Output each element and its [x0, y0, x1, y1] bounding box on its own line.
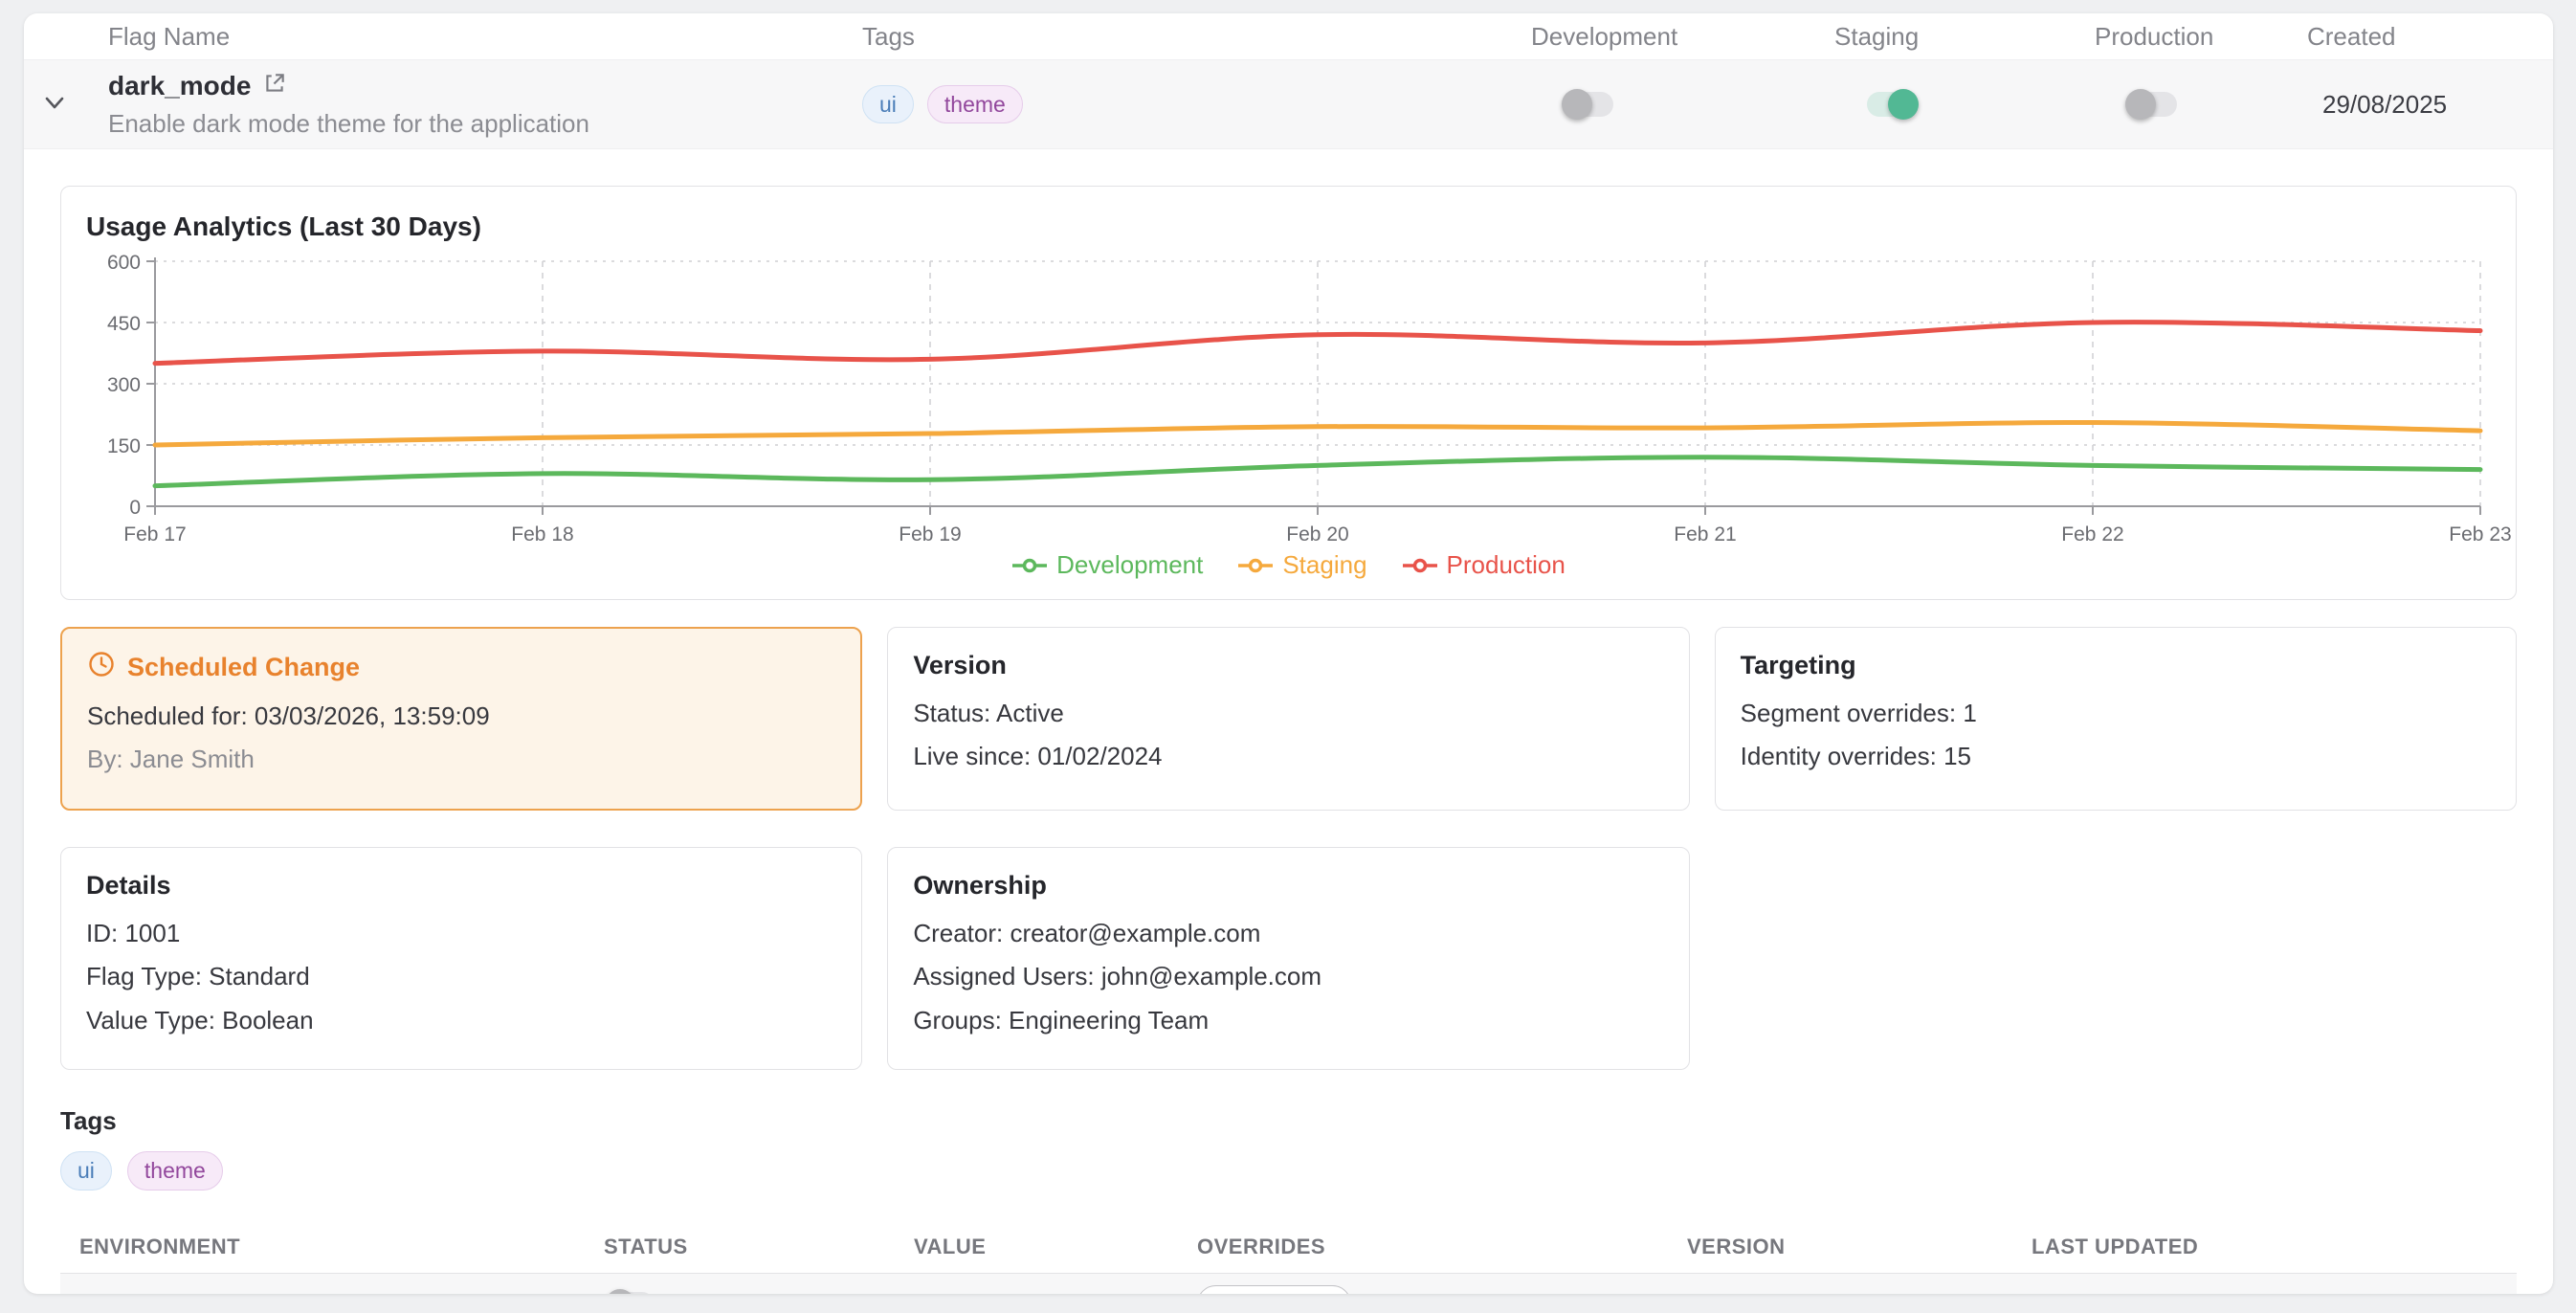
tags-section: Tags ui theme: [60, 1106, 2517, 1191]
flag-name-cell: dark_mode Enable dark mode theme for the…: [85, 71, 862, 139]
environment-table: ENVIRONMENT STATUS VALUE OVERRIDES VERSI…: [60, 1235, 2517, 1294]
toggle-knob: [2125, 89, 2156, 120]
empty-grid-cell: [1715, 847, 2517, 1070]
version-live-since: Live since: 01/02/2024: [913, 739, 1663, 773]
table-row-development: Development – 15 identities v2 29/08/202…: [60, 1274, 2517, 1294]
legend-marker-icon: [1011, 556, 1048, 575]
scheduled-by-text: By: Jane Smith: [87, 742, 835, 776]
details-value-type: Value Type: Boolean: [86, 1003, 836, 1037]
overrides-badge[interactable]: 15 identities: [1197, 1285, 1351, 1294]
usage-analytics-card: Usage Analytics (Last 30 Days) 0 150 300 45…: [60, 186, 2517, 600]
targeting-card: Targeting Segment overrides: 1 Identity …: [1715, 627, 2517, 811]
chart-title: Usage Analytics (Last 30 Days): [86, 211, 2498, 242]
toggle-knob: [606, 1289, 634, 1294]
environment-last-updated: 29/08/2025: [2032, 1289, 2517, 1294]
toggle-knob: [1562, 89, 1592, 120]
ownership-card: Ownership Creator: creator@example.com A…: [887, 847, 1689, 1070]
tag-chip-ui[interactable]: ui: [60, 1151, 112, 1191]
expander-button[interactable]: [24, 90, 85, 120]
column-development: Development: [1531, 22, 1834, 52]
tag-chip-theme[interactable]: theme: [127, 1151, 223, 1191]
toggle-knob: [1888, 89, 1919, 120]
column-production: Production: [2095, 22, 2307, 52]
details-card-title: Details: [86, 871, 836, 901]
svg-text:Feb 17: Feb 17: [123, 523, 186, 545]
staging-toggle[interactable]: [1867, 92, 1917, 117]
flag-description: Enable dark mode theme for the applicati…: [108, 109, 862, 139]
details-flag-type: Flag Type: Standard: [86, 959, 836, 993]
identity-overrides: Identity overrides: 15: [1741, 739, 2491, 773]
version-card: Version Status: Active Live since: 01/02…: [887, 627, 1689, 811]
svg-text:600: 600: [107, 252, 141, 274]
environment-value: –: [914, 1289, 1197, 1294]
details-card: Details ID: 1001 Flag Type: Standard Val…: [60, 847, 862, 1070]
svg-text:Feb 18: Feb 18: [511, 523, 573, 545]
chevron-down-icon: [42, 90, 67, 120]
flag-name[interactable]: dark_mode: [108, 71, 251, 101]
environment-table-header: ENVIRONMENT STATUS VALUE OVERRIDES VERSI…: [60, 1235, 2517, 1274]
svg-text:450: 450: [107, 313, 141, 335]
version-card-title: Version: [913, 651, 1663, 680]
svg-text:150: 150: [107, 435, 141, 457]
ownership-groups: Groups: Engineering Team: [913, 1003, 1663, 1037]
flag-detail-body: Usage Analytics (Last 30 Days) 0 150 300 45…: [24, 149, 2553, 1294]
ownership-creator: Creator: creator@example.com: [913, 916, 1663, 950]
column-tags: Tags: [862, 22, 1531, 52]
column-value: VALUE: [914, 1235, 1197, 1259]
environment-version: v2: [1687, 1289, 2032, 1294]
development-toggle-cell: [1531, 92, 1834, 117]
flag-row: dark_mode Enable dark mode theme for the…: [24, 59, 2553, 149]
ownership-card-title: Ownership: [913, 871, 1663, 901]
targeting-card-title: Targeting: [1741, 651, 2491, 680]
chart-legend: Development Staging Production: [78, 543, 2498, 591]
development-toggle[interactable]: [1564, 92, 1613, 117]
production-toggle[interactable]: [2127, 92, 2177, 117]
svg-text:0: 0: [129, 497, 141, 519]
segment-overrides: Segment overrides: 1: [1741, 696, 2491, 730]
legend-item-production: Production: [1402, 550, 1566, 580]
column-created: Created: [2307, 22, 2553, 52]
column-last-updated: LAST UPDATED: [2032, 1235, 2517, 1259]
scheduled-change-card: Scheduled Change Scheduled for: 03/03/20…: [60, 627, 862, 811]
flag-tags-cell: ui theme: [862, 85, 1531, 124]
column-flag-name: Flag Name: [85, 22, 862, 52]
external-link-icon[interactable]: [262, 71, 287, 102]
svg-text:Feb 22: Feb 22: [2061, 523, 2123, 545]
created-date: 29/08/2025: [2307, 90, 2553, 120]
svg-text:Feb 23: Feb 23: [2449, 523, 2511, 545]
column-status: STATUS: [604, 1235, 914, 1259]
clock-icon: [87, 650, 116, 685]
environment-name: Development: [79, 1289, 604, 1294]
flag-table-header: Flag Name Tags Development Staging Produ…: [24, 13, 2553, 59]
column-overrides: OVERRIDES: [1197, 1235, 1687, 1259]
svg-text:Feb 21: Feb 21: [1674, 523, 1736, 545]
legend-marker-icon: [1402, 556, 1438, 575]
tags-section-title: Tags: [60, 1106, 2517, 1136]
legend-marker-icon: [1237, 556, 1274, 575]
tag-chip-ui[interactable]: ui: [862, 85, 914, 124]
svg-text:Feb 20: Feb 20: [1286, 523, 1348, 545]
details-id: ID: 1001: [86, 916, 836, 950]
production-toggle-cell: [2095, 92, 2307, 117]
scheduled-change-title: Scheduled Change: [127, 653, 360, 682]
ownership-assigned-users: Assigned Users: john@example.com: [913, 959, 1663, 993]
column-version: VERSION: [1687, 1235, 2032, 1259]
flag-detail-panel: Flag Name Tags Development Staging Produ…: [24, 13, 2553, 1294]
development-status-toggle[interactable]: [608, 1292, 654, 1294]
version-status: Status: Active: [913, 696, 1663, 730]
staging-toggle-cell: [1834, 92, 2095, 117]
legend-item-development: Development: [1011, 550, 1203, 580]
column-environment: ENVIRONMENT: [79, 1235, 604, 1259]
legend-item-staging: Staging: [1237, 550, 1366, 580]
svg-text:300: 300: [107, 374, 141, 396]
usage-analytics-chart: 0 150 300 450 600 Feb 17 Feb 18 Feb 19 Feb 20 Feb…: [78, 254, 2497, 543]
svg-text:Feb 19: Feb 19: [899, 523, 961, 545]
column-staging: Staging: [1834, 22, 2095, 52]
info-cards-grid: Scheduled Change Scheduled for: 03/03/20…: [60, 627, 2517, 1070]
tag-chip-theme[interactable]: theme: [927, 85, 1023, 124]
scheduled-for-text: Scheduled for: 03/03/2026, 13:59:09: [87, 699, 835, 733]
